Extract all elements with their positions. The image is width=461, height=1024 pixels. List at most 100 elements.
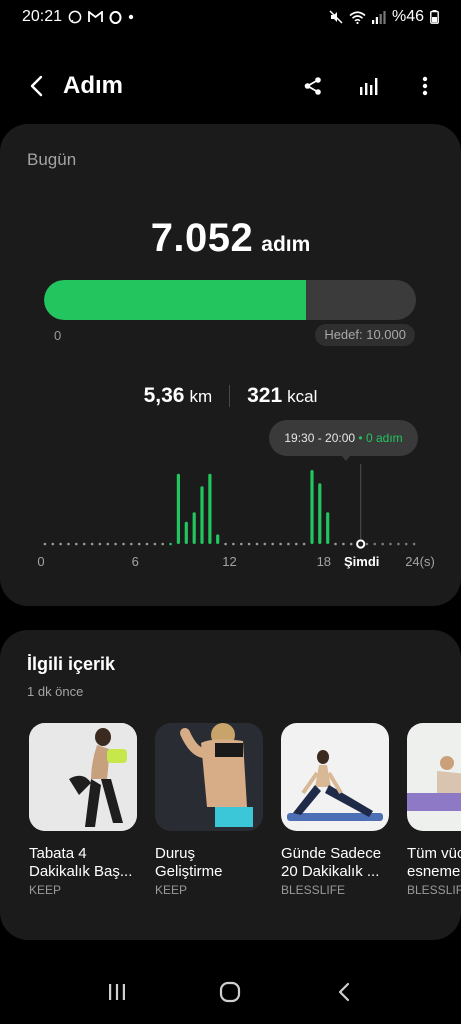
battery-percent: %46 xyxy=(391,8,424,25)
chart-now-marker xyxy=(356,539,366,549)
metrics-row: 5,36 km 321 kcal xyxy=(0,384,461,408)
more-options-button[interactable] xyxy=(411,74,439,102)
page-title: Adım xyxy=(63,72,123,99)
gmail-icon xyxy=(88,11,103,23)
chart-bar[interactable] xyxy=(192,512,196,544)
content-title: Tüm vücu esneme xyxy=(407,845,461,880)
wifi-icon xyxy=(349,10,366,24)
chart-baseline-dot xyxy=(130,542,133,546)
chart-baseline-dot xyxy=(397,542,400,546)
chart-icon xyxy=(359,76,379,101)
chart-button[interactable] xyxy=(355,74,383,102)
chart-bar[interactable] xyxy=(208,473,212,544)
chart-baseline-dot xyxy=(404,542,408,546)
chart-bar[interactable] xyxy=(200,486,204,544)
status-time: 20:21 xyxy=(22,8,63,25)
content-thumbnail xyxy=(155,723,263,831)
chart-baseline-dot xyxy=(82,542,86,546)
distance-unit: km xyxy=(189,387,213,406)
chart-baseline-dot xyxy=(169,542,172,546)
steps-progress-fill xyxy=(44,280,307,320)
chart-baseline-dot xyxy=(263,542,267,546)
home-icon xyxy=(219,981,241,1008)
back-button[interactable] xyxy=(22,74,50,102)
chart-baseline-dot xyxy=(145,542,149,546)
chart-bar[interactable] xyxy=(318,483,322,544)
chart-baseline-dot xyxy=(240,542,243,546)
chart-baseline-dot xyxy=(161,542,164,546)
steps-progress-bar xyxy=(44,280,416,320)
chart-baseline-dot xyxy=(137,542,141,546)
chart-baseline-dot xyxy=(271,542,275,546)
chart-baseline-dot xyxy=(43,542,47,546)
recent-apps-icon xyxy=(108,983,126,1006)
chart-baseline-dot xyxy=(98,542,102,546)
chart-baseline-dot xyxy=(51,542,55,546)
content-thumbnail xyxy=(407,723,461,831)
calories-value: 321 xyxy=(247,384,283,407)
calories-unit: kcal xyxy=(287,387,318,406)
steps-summary: 7.052 adım xyxy=(0,216,461,261)
chart-tick-label: 12 xyxy=(222,554,236,569)
chart-tick-label: 0 xyxy=(37,554,44,569)
status-left: 20:21 xyxy=(22,8,134,26)
steps-unit: adım xyxy=(261,233,311,256)
chart-baseline-dot xyxy=(373,542,377,546)
tooltip-range: 19:30 - 20:00 xyxy=(284,431,356,445)
related-content-card: İlgili içerik 1 dk önce Tabata 4 Dakikal… xyxy=(0,630,461,940)
content-item[interactable]: Duruş Geliştirme KEEP xyxy=(155,723,263,897)
status-right: %46 xyxy=(329,8,439,26)
chart-bar[interactable] xyxy=(176,473,180,544)
chart-bar[interactable] xyxy=(184,521,188,544)
share-icon xyxy=(303,76,323,101)
steps-count: 7.052 xyxy=(150,216,254,260)
chart-baseline-dot xyxy=(153,542,157,546)
tooltip-value: 0 adım xyxy=(365,431,403,445)
today-card[interactable]: Bugün 7.052 adım 0 Hedef: 10.000 5,36 km … xyxy=(0,124,461,606)
chart-baseline-dot xyxy=(279,542,282,546)
chart-bar[interactable] xyxy=(216,534,220,544)
related-title: İlgili içerik xyxy=(27,654,116,674)
chart-tick-label: 24(s) xyxy=(405,554,435,569)
content-source: KEEP xyxy=(29,883,62,897)
content-source: BLESSLIFE xyxy=(281,883,346,897)
chart-bar[interactable] xyxy=(326,512,330,544)
home-button[interactable] xyxy=(210,974,250,1014)
distance-value: 5,36 xyxy=(143,384,185,407)
opera-icon xyxy=(109,10,122,24)
content-item[interactable]: Tabata 4 Dakikalık Baş... KEEP xyxy=(29,723,137,897)
chart-baseline-dot xyxy=(334,542,337,546)
recent-apps-button[interactable] xyxy=(97,974,137,1014)
notification-dot-icon xyxy=(128,14,134,20)
content-title: Tabata 4 Dakikalık Baş... xyxy=(29,845,133,880)
battery-icon xyxy=(430,10,439,24)
related-content-list[interactable]: Tabata 4 Dakikalık Baş... KEEP Duruş Gel… xyxy=(29,723,461,923)
chart-baseline-dot xyxy=(287,542,290,546)
app-bar: Adım xyxy=(0,60,461,116)
system-nav-bar xyxy=(0,964,461,1024)
share-button[interactable] xyxy=(299,74,327,102)
goal-badge: Hedef: 10.000 xyxy=(315,324,415,346)
progress-min-label: 0 xyxy=(54,328,62,343)
content-item[interactable]: Tüm vücu esneme BLESSLIFE xyxy=(407,723,461,897)
chart-tick-label: Şimdi xyxy=(344,554,379,569)
chart-tooltip: 19:30 - 20:00 • 0 adım xyxy=(269,420,418,456)
chart-baseline-dot xyxy=(365,542,369,546)
chart-bar[interactable] xyxy=(310,470,314,544)
chevron-left-icon xyxy=(338,982,350,1007)
today-label: Bugün xyxy=(27,150,77,169)
chart-baseline-dot xyxy=(59,542,62,546)
back-icon xyxy=(29,75,43,102)
content-item[interactable]: Günde Sadece 20 Dakikalık ... BLESSLIFE xyxy=(281,723,389,897)
content-source: BLESSLIFE xyxy=(407,883,461,897)
signal-icon xyxy=(371,10,386,24)
chart-tick-label: 18 xyxy=(317,554,331,569)
metrics-divider xyxy=(229,385,231,407)
status-bar: 20:21 %46 xyxy=(0,0,461,34)
content-source: KEEP xyxy=(155,883,188,897)
tooltip-pointer xyxy=(341,455,351,461)
content-thumbnail xyxy=(281,723,389,831)
related-updated-time: 1 dk önce xyxy=(27,684,84,699)
hourly-steps-chart[interactable]: 0 6 12 18 Şimdi 24(s) xyxy=(0,464,461,574)
nav-back-button[interactable] xyxy=(324,974,364,1014)
